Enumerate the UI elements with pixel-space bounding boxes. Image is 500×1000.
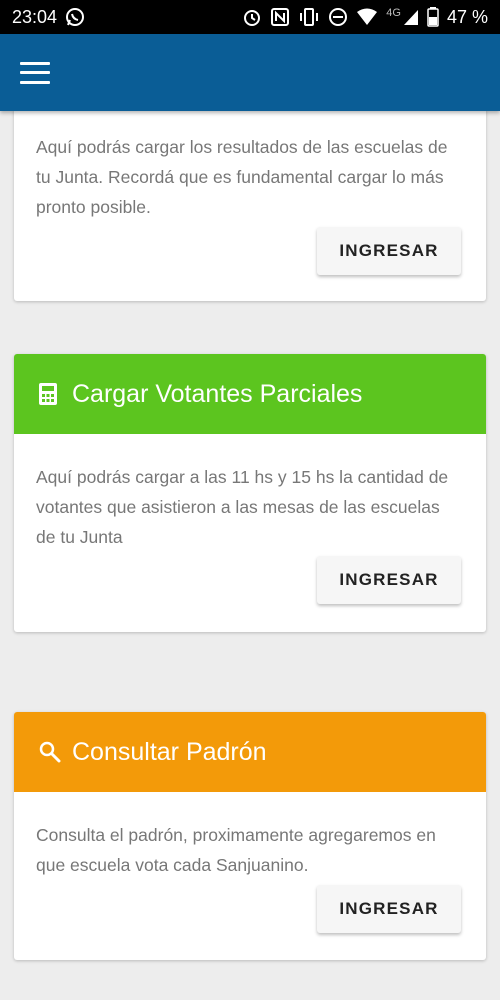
status-bar: 23:04 4G 47 % xyxy=(0,0,500,34)
signal-icon xyxy=(403,8,419,26)
card-title: Consultar Padrón xyxy=(72,737,267,766)
search-icon xyxy=(38,740,62,764)
nfc-icon xyxy=(270,7,290,27)
card-cargar-resultados: Aquí podrás cargar los resultados de las… xyxy=(14,96,486,301)
network-type: 4G xyxy=(386,7,401,19)
whatsapp-icon xyxy=(65,7,85,27)
card-description: Aquí podrás cargar a las 11 hs y 15 hs l… xyxy=(36,467,449,547)
vibrate-icon xyxy=(298,7,320,27)
card-title: Cargar Votantes Parciales xyxy=(72,379,363,408)
card-header: Consultar Padrón xyxy=(14,712,486,792)
calculator-icon xyxy=(38,382,62,406)
card-description: Consulta el padrón, proximamente agregar… xyxy=(36,825,436,875)
app-bar xyxy=(0,34,500,111)
ingresar-button[interactable]: INGRESAR xyxy=(317,227,461,275)
battery-percent: 47 % xyxy=(446,6,488,27)
status-time: 23:04 xyxy=(12,6,58,27)
menu-icon[interactable] xyxy=(20,61,50,84)
card-header: Cargar Votantes Parciales xyxy=(14,354,486,434)
dnd-icon xyxy=(328,7,348,27)
card-consultar-padron: Consultar Padrón Consulta el padrón, pro… xyxy=(14,712,486,960)
ingresar-button[interactable]: INGRESAR xyxy=(317,556,461,604)
ingresar-button[interactable]: INGRESAR xyxy=(317,885,461,933)
battery-icon xyxy=(427,7,439,27)
card-description: Aquí podrás cargar los resultados de las… xyxy=(36,137,448,217)
card-cargar-votantes: Cargar Votantes Parciales Aquí podrás ca… xyxy=(14,354,486,632)
alarm-icon xyxy=(242,7,262,27)
wifi-icon xyxy=(356,8,378,26)
